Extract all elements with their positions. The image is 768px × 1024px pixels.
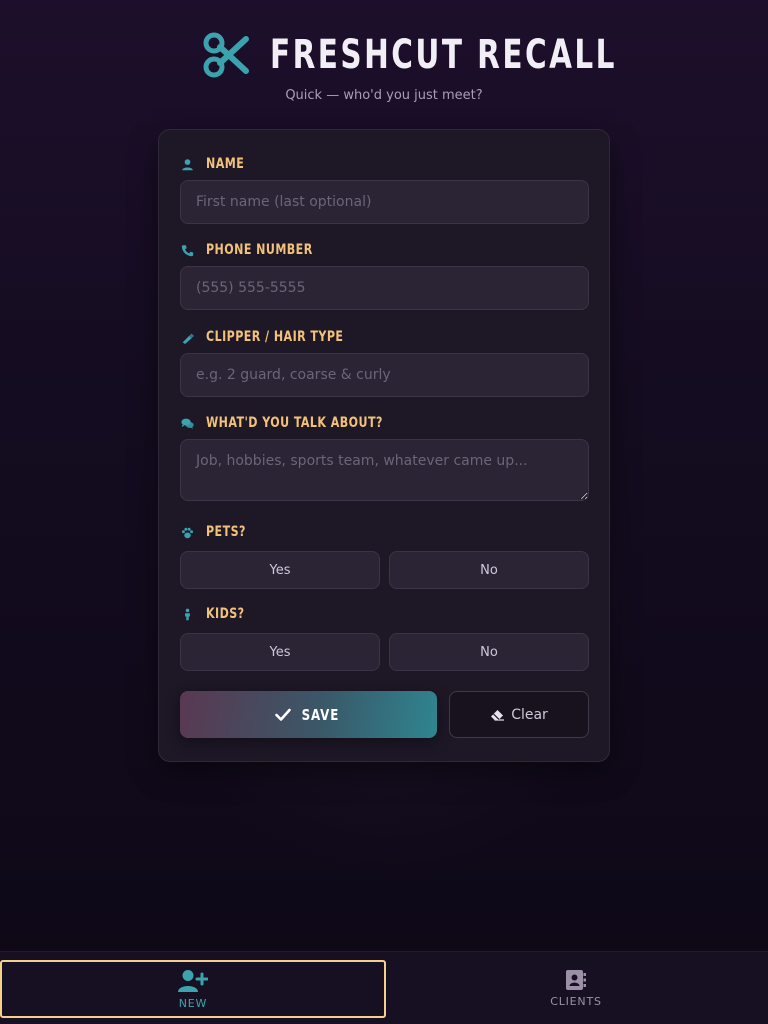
phone-input[interactable] [180, 266, 589, 310]
name-label: NAME [206, 156, 245, 172]
kids-label: KIDS? [206, 606, 245, 622]
save-label: SAVE [301, 705, 340, 724]
pets-no-button[interactable]: No [389, 551, 589, 589]
paw-icon [181, 527, 194, 538]
save-button[interactable]: SAVE [180, 691, 437, 738]
nav-clients-tab[interactable]: CLIENTS [384, 952, 768, 1024]
pets-yes-button[interactable]: Yes [180, 551, 380, 589]
nav-new-tab[interactable]: NEW [0, 960, 386, 1018]
app-subtitle: Quick — who'd you just meet? [285, 88, 483, 103]
kids-no-button[interactable]: No [389, 633, 589, 671]
nav-new-label: NEW [178, 996, 208, 1010]
app-header: FRESHCUT RECALL [0, 30, 768, 80]
clipper-label: CLIPPER / HAIR TYPE [206, 329, 344, 345]
name-label-row: NAME [181, 155, 249, 173]
check-icon [275, 708, 291, 721]
clear-label: Clear [511, 706, 548, 723]
razor-icon [182, 332, 194, 344]
talk-textarea[interactable] [180, 439, 589, 501]
child-icon [185, 608, 190, 620]
pets-label: PETS? [206, 524, 246, 540]
clear-button[interactable]: Clear [449, 691, 589, 738]
pets-label-row: PETS? [181, 523, 251, 541]
nav-clients-label: CLIENTS [550, 995, 602, 1008]
clipper-label-row: CLIPPER / HAIR TYPE [181, 328, 362, 346]
phone-label: PHONE NUMBER [206, 242, 313, 258]
phone-icon [181, 244, 194, 256]
scissors-icon [203, 32, 249, 78]
user-icon [182, 158, 193, 170]
eraser-icon [491, 710, 505, 721]
address-book-icon [566, 970, 586, 990]
talk-label: WHAT'D YOU TALK ABOUT? [206, 415, 383, 431]
name-input[interactable] [180, 180, 589, 224]
comments-icon [181, 418, 194, 429]
new-client-form: NAME PHONE NUMBER CLIPPER / HAIR TYPE WH… [158, 129, 610, 762]
phone-label-row: PHONE NUMBER [181, 241, 327, 259]
kids-label-row: KIDS? [181, 605, 250, 623]
app-title: FRESHCUT RECALL [270, 32, 617, 78]
user-plus-icon [178, 969, 208, 992]
kids-yes-button[interactable]: Yes [180, 633, 380, 671]
bottom-nav: NEW CLIENTS [0, 951, 768, 1024]
talk-label-row: WHAT'D YOU TALK ABOUT? [181, 414, 407, 432]
clipper-hair-type-input[interactable] [180, 353, 589, 397]
